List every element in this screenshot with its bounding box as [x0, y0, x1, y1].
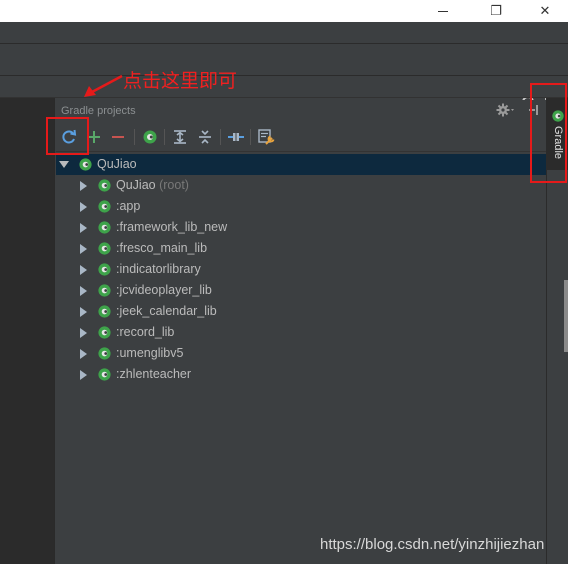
module-name: :zhlenteacher	[116, 367, 192, 381]
tree-row-label: :umenglibv5	[116, 346, 183, 360]
toolbar-separator	[164, 129, 165, 145]
expand-arrow-icon[interactable]	[80, 265, 87, 275]
callout-arrow-icon	[84, 74, 123, 97]
module-name: :umenglibv5	[116, 346, 184, 360]
gradle-icon	[98, 326, 111, 339]
expand-all-button[interactable]	[170, 127, 190, 147]
tree-row[interactable]: :indicatorlibrary	[56, 259, 546, 280]
tree-row-label: :fresco_main_lib	[116, 241, 207, 255]
close-button[interactable]: ✕	[522, 0, 568, 22]
toolbar-separator	[134, 129, 135, 145]
gradle-panel-header: Gradle projects	[56, 100, 546, 120]
gradle-icon	[98, 305, 111, 318]
panel-title: Gradle projects	[61, 105, 136, 117]
settings-wrench-icon	[258, 129, 275, 145]
gradle-icon	[98, 368, 111, 381]
tree-row[interactable]: :umenglibv5	[56, 343, 546, 364]
module-name: :indicatorlibrary	[116, 262, 201, 276]
expand-all-icon	[174, 130, 186, 144]
root-suffix: (root)	[159, 178, 189, 192]
gradle-icon	[98, 200, 111, 213]
expand-arrow-icon[interactable]	[80, 286, 87, 296]
gradle-icon	[79, 158, 92, 171]
watermark-text: https://blog.csdn.net/yinzhijiezhan	[320, 536, 545, 553]
tree-row[interactable]: :jcvideoplayer_lib	[56, 280, 546, 301]
gradle-icon	[98, 221, 111, 234]
minus-icon	[112, 136, 124, 138]
gradle-toolbar	[56, 122, 546, 152]
execute-gradle-task-button[interactable]	[140, 127, 160, 147]
restore-button[interactable]: ❐	[473, 0, 519, 22]
expand-arrow-icon[interactable]	[80, 202, 87, 212]
toolbar-separator	[220, 129, 221, 145]
window-title-bar: ❐ ✕	[0, 0, 568, 22]
toolbar-separator	[250, 129, 251, 145]
tree-root-row[interactable]: QuJiao	[56, 154, 546, 175]
collapse-arrow-icon[interactable]	[59, 161, 69, 168]
gradle-settings-button[interactable]	[256, 127, 276, 147]
panel-settings-button[interactable]	[496, 102, 518, 118]
tree-row-label: :record_lib	[116, 325, 174, 339]
restore-icon: ❐	[490, 3, 502, 19]
expand-arrow-icon[interactable]	[80, 223, 87, 233]
expand-arrow-icon[interactable]	[80, 349, 87, 359]
gradle-icon	[98, 242, 111, 255]
module-name: :fresco_main_lib	[116, 241, 208, 255]
expand-arrow-icon[interactable]	[80, 328, 87, 338]
toggle-offline-mode-button[interactable]	[226, 127, 246, 147]
module-name: :jeek_calendar_lib	[116, 304, 217, 318]
collapse-all-button[interactable]	[195, 127, 215, 147]
tree-row-label: :indicatorlibrary	[116, 262, 201, 276]
highlight-box-refresh	[46, 117, 89, 155]
tree-row-label: :jeek_calendar_lib	[116, 304, 217, 318]
module-name: :record_lib	[116, 325, 175, 339]
tree-row-label: :framework_lib_new	[116, 220, 227, 234]
tree-row[interactable]: :framework_lib_new	[56, 217, 546, 238]
expand-arrow-icon[interactable]	[80, 244, 87, 254]
gradle-icon	[98, 179, 111, 192]
detach-gradle-project-button[interactable]	[108, 127, 128, 147]
tree-row[interactable]: :record_lib	[56, 322, 546, 343]
gradle-icon	[98, 347, 111, 360]
menu-bar	[0, 22, 568, 44]
gradle-icon	[98, 284, 111, 297]
tree-row-label: :zhlenteacher	[116, 367, 191, 381]
tree-row-label: :jcvideoplayer_lib	[116, 283, 212, 297]
tree-row[interactable]: :zhlenteacher	[56, 364, 546, 385]
offline-icon	[228, 133, 244, 141]
module-name: :jcvideoplayer_lib	[116, 283, 212, 297]
plus-icon	[88, 131, 100, 143]
gear-icon	[496, 103, 514, 117]
tree-row[interactable]: QuJiao (root)	[56, 175, 546, 196]
close-icon: ✕	[539, 3, 551, 19]
minimize-button[interactable]	[420, 0, 466, 22]
expand-arrow-icon[interactable]	[80, 181, 87, 191]
tree-row-label: :app	[116, 199, 140, 213]
expand-arrow-icon[interactable]	[80, 307, 87, 317]
tree-row[interactable]: :jeek_calendar_lib	[56, 301, 546, 322]
tree-root-label: QuJiao	[97, 157, 137, 171]
callout-text: 点击这里即可	[123, 70, 238, 92]
module-name: :framework_lib_new	[116, 220, 228, 234]
gradle-icon	[143, 130, 157, 144]
gradle-tool-window: Gradle projects QuJiao QuJiao (root):ap…	[56, 100, 546, 564]
tree-row-label: QuJiao (root)	[116, 178, 189, 192]
scrollbar-thumb[interactable]	[564, 280, 568, 352]
tree-row[interactable]: :app	[56, 196, 546, 217]
editor-area	[0, 98, 55, 564]
collapse-all-icon	[199, 130, 211, 144]
tree-row[interactable]: :fresco_main_lib	[56, 238, 546, 259]
minimize-icon	[438, 10, 448, 12]
highlight-box-gradle-tab	[530, 83, 567, 183]
gradle-icon	[98, 263, 111, 276]
module-name: :app	[116, 199, 141, 213]
expand-arrow-icon[interactable]	[80, 370, 87, 380]
module-name: QuJiao	[116, 178, 156, 192]
